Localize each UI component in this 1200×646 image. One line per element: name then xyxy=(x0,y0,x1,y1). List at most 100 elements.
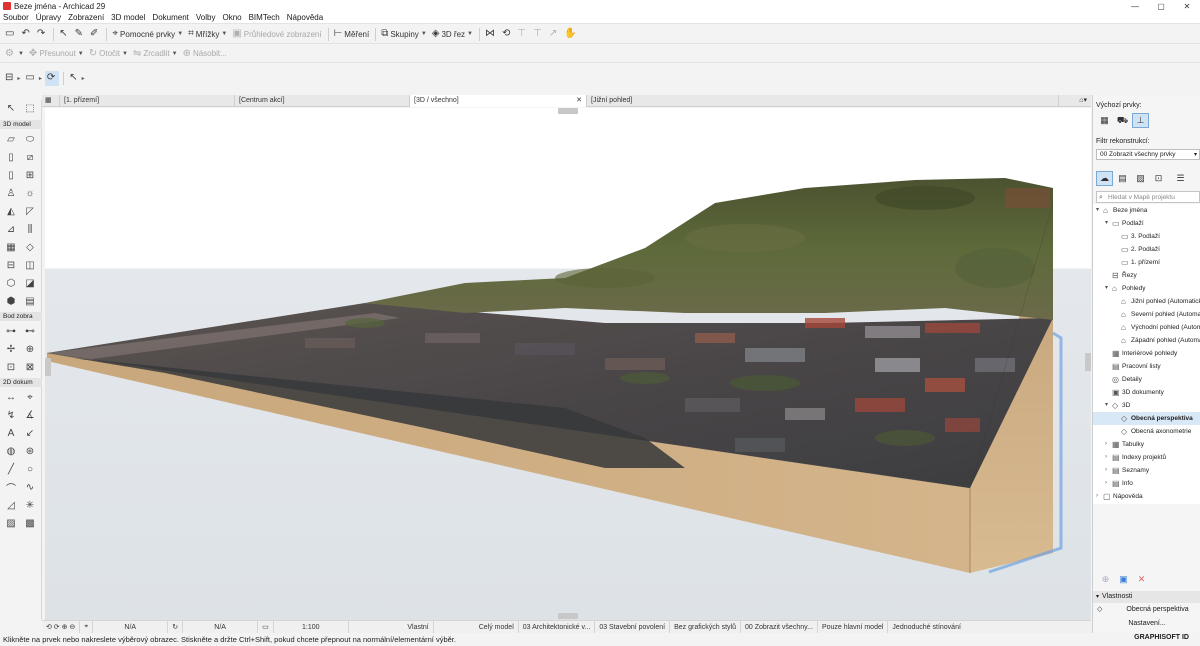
graphic-override-combo[interactable]: Bez grafických stylů xyxy=(670,620,741,634)
polyline-tool-icon[interactable]: ⌒ xyxy=(3,479,19,495)
delete-view-icon[interactable]: ✕ xyxy=(1133,572,1150,587)
tree-toggle-icon[interactable]: ▾ xyxy=(1096,204,1103,217)
label-tool-icon[interactable]: ↙ xyxy=(22,425,38,441)
arrow-tool-icon[interactable]: ↖ xyxy=(3,100,19,116)
new-view-icon[interactable]: ⊕ xyxy=(1097,572,1114,587)
mrizky-button[interactable]: ⌗ Mřížky ▼ xyxy=(186,27,229,42)
syringe-icon[interactable]: ✐ xyxy=(88,27,102,42)
project-map-search[interactable]: ⌕ Hledat v Mapě projektu xyxy=(1096,191,1200,203)
drawing-tool-icon[interactable]: ✳ xyxy=(22,497,38,513)
project-map-item[interactable]: › ▤ Indexy projektů xyxy=(1105,451,1166,464)
level-dimension-tool-icon[interactable]: ⌖ xyxy=(22,389,38,405)
tree-toggle-icon[interactable]: › xyxy=(1096,490,1103,503)
nasobit-button[interactable]: ⊕ Násobit... xyxy=(181,46,229,61)
tab-3d-vsechno[interactable]: [3D / všechno] ✕ xyxy=(410,95,587,107)
navigator-icon[interactable]: ⋈ xyxy=(483,27,499,42)
nav-icons[interactable]: ⟲ ⟳ ⊕ ⊖ xyxy=(42,620,81,634)
tree-toggle-icon[interactable]: ▾ xyxy=(1105,399,1112,412)
view-map-icon[interactable]: ▤ xyxy=(1114,171,1131,186)
menu-upravy[interactable]: Úpravy xyxy=(36,13,61,22)
hotspot-tool-icon[interactable]: ◿ xyxy=(3,497,19,513)
radial-dimension-tool-icon[interactable]: ↯ xyxy=(3,407,19,423)
shell-tool-icon[interactable]: ◸ xyxy=(22,203,38,219)
project-map-item[interactable]: › ▤ Info xyxy=(1105,477,1133,490)
mesh-tool-icon[interactable]: ◇ xyxy=(22,239,38,255)
otocit-button[interactable]: ↻ Otočit ▼ xyxy=(87,46,130,61)
object-tool-icon[interactable]: ♙ xyxy=(3,185,19,201)
zrcadlit-button[interactable]: ⇋ Zrcadlit ▼ xyxy=(131,46,180,61)
properties-header[interactable]: ▾ Vlastnosti xyxy=(1093,591,1200,603)
menu-napoveda[interactable]: Nápověda xyxy=(287,13,323,22)
toolbox-header-view[interactable]: Bod zobra xyxy=(0,312,42,321)
menu-icon[interactable]: ☰ xyxy=(1172,171,1189,186)
tab-options-icon[interactable]: ⌂▾ xyxy=(1059,95,1091,107)
orient-field[interactable]: N/A xyxy=(183,620,259,634)
toolbox-header-3d[interactable]: 3D model xyxy=(0,120,42,129)
hand-icon[interactable]: ✋ xyxy=(562,27,580,42)
tree-toggle-icon[interactable]: › xyxy=(1105,451,1112,464)
wall-tool-icon[interactable]: ▱ xyxy=(3,131,19,147)
project-map-item[interactable]: ▾ ◇ 3D xyxy=(1105,399,1130,412)
layer-icon[interactable]: ⊟ ▸ xyxy=(3,71,22,86)
angle-dimension-tool-icon[interactable]: ∡ xyxy=(22,407,38,423)
element-set2-icon[interactable]: ⛟ xyxy=(1114,113,1131,128)
presunout-button[interactable]: ✥ Přesunout ▼ xyxy=(27,46,86,61)
pen-set-combo[interactable]: 03 Stavební povolení xyxy=(595,620,671,634)
dimension-combo[interactable]: Pouze hlavní model xyxy=(818,620,889,634)
menu-zobrazeni[interactable]: Zobrazení xyxy=(68,13,104,22)
eyedropper-icon[interactable]: ✎ xyxy=(73,27,87,42)
fill-tool-icon[interactable]: ◍ xyxy=(3,443,19,459)
interior-tool-icon[interactable]: ✢ xyxy=(3,341,19,357)
renovation-combo[interactable]: 00 Zobrazit všechny... xyxy=(741,620,818,634)
menu-volby[interactable]: Volby xyxy=(196,13,216,22)
project-map-item[interactable]: ⌂ Jižní pohled (Automatick xyxy=(1114,295,1200,308)
element-set3-icon[interactable]: ⊥ xyxy=(1132,113,1149,128)
skupiny-button[interactable]: ⧉ Skupiny ▼ xyxy=(379,27,429,42)
arrow-tool-icon[interactable]: ↖ ▸ xyxy=(67,71,86,86)
pointer-icon[interactable]: ↖ xyxy=(57,27,71,42)
project-map-item[interactable]: ⌂ Západní pohled (Automa xyxy=(1114,334,1200,347)
toolbox-header-2d[interactable]: 2D dokum xyxy=(0,378,42,387)
project-map-item[interactable]: ▭ 2. Podlaží xyxy=(1114,243,1160,256)
project-map-item[interactable]: ▣ 3D dokumenty xyxy=(1105,386,1164,399)
lamp-tool-icon[interactable]: ☼ xyxy=(22,185,38,201)
menu-dokument[interactable]: Dokument xyxy=(152,13,188,22)
zone-tool-icon[interactable]: ⊟ xyxy=(3,257,19,273)
section-tool-icon[interactable]: ⊶ xyxy=(3,323,19,339)
menu-bimtech[interactable]: BIMTech xyxy=(249,13,280,22)
project-map-item[interactable]: ▭ 1. přízemí xyxy=(1114,256,1160,269)
element-set-icon[interactable]: ▦ xyxy=(1096,113,1113,128)
worksheet-tool-icon[interactable]: ⊕ xyxy=(22,341,38,357)
curtainwall-tool-icon[interactable]: ▦ xyxy=(3,239,19,255)
model-view-combo[interactable]: 03 Architektonické v... xyxy=(519,620,596,634)
open-icon[interactable]: ▭ xyxy=(3,27,18,42)
pomocne-prvky-button[interactable]: ⌖ Pomocné prvky ▼ xyxy=(110,27,185,42)
settings-view-icon[interactable]: ▣ xyxy=(1115,572,1132,587)
column-tool-icon[interactable]: ▯ xyxy=(3,149,19,165)
renovation-filter-select[interactable]: 00 Zobrazit všechny prvky ▾ xyxy=(1096,149,1200,160)
tab-close-icon[interactable]: ✕ xyxy=(576,95,582,107)
tree-toggle-icon[interactable]: ▾ xyxy=(1105,217,1112,230)
layer-combo[interactable]: Vlastní xyxy=(349,620,434,634)
project-map-item[interactable]: ◎ Detaily xyxy=(1105,373,1142,386)
project-map-item[interactable]: ▾ ⌂ Beze jména xyxy=(1096,204,1147,217)
lamp2-icon[interactable]: ⊤ xyxy=(531,27,546,42)
project-map-item[interactable]: ▦ Interiérové pohledy xyxy=(1105,347,1177,360)
angle-field[interactable]: N/A xyxy=(93,620,169,634)
mereni-button[interactable]: ⊢ Měření xyxy=(332,27,372,42)
scale-field[interactable]: 1:100 xyxy=(274,620,349,634)
roof-tool-icon[interactable]: ◭ xyxy=(3,203,19,219)
orbit-mode-icon[interactable]: ⟳ xyxy=(44,70,60,86)
zoom-combo[interactable]: Celý model xyxy=(434,620,519,634)
tree-toggle-icon[interactable]: ▾ xyxy=(1105,282,1112,295)
railing-tool-icon[interactable]: ⫼ xyxy=(22,221,38,237)
skylight-tool-icon[interactable]: ◫ xyxy=(22,257,38,273)
gear-icon[interactable]: ⚙ ▼ xyxy=(3,46,26,61)
spline-tool-icon[interactable]: ∿ xyxy=(22,479,38,495)
morph-tool-icon[interactable]: ⬡ xyxy=(3,275,19,291)
tab-1-prizemi[interactable]: [1. přízemí] xyxy=(60,95,235,107)
detail-tool-icon[interactable]: ⊡ xyxy=(3,359,19,375)
project-map-icon[interactable]: ☁ xyxy=(1096,171,1113,186)
door-tool-icon[interactable]: ▯ xyxy=(3,167,19,183)
tree-toggle-icon[interactable]: › xyxy=(1105,477,1112,490)
